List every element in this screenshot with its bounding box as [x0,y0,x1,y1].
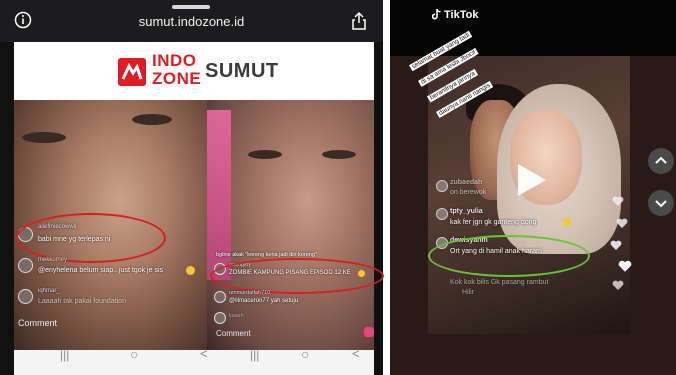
comment-text: on berewok [450,189,487,196]
comment-text: Kok kok bilis Gk pasang rambut [450,279,549,286]
avatar [214,291,226,303]
info-icon[interactable] [14,11,32,29]
emoji-icon [563,218,571,226]
comment-input[interactable]: Comment [18,318,57,328]
face-eye [322,150,356,159]
avatar [18,289,33,304]
comment-text: Laaaah tak pakai foundation [38,298,126,305]
avatar [214,312,226,324]
share-icon[interactable] [350,11,368,31]
heart-icon [612,280,624,290]
next-video-button[interactable] [648,190,674,216]
address-bar-url[interactable]: sumut.indozone.id [0,14,383,29]
heart-icon [618,260,632,272]
recent-apps-button[interactable]: ||| [250,348,259,362]
comment-username: iqhmar_ [38,288,60,294]
sheet-grabber[interactable] [172,5,210,9]
browser-top-bar: sumut.indozone.id [0,0,383,42]
gift-icon[interactable] [364,327,374,337]
comment-text: @enyhelena belum siap.. just tgok je sis [38,267,164,274]
chevron-up-icon [655,156,667,164]
back-button[interactable]: < [352,346,360,361]
chevron-down-icon [655,200,667,208]
heart-icon [616,218,628,228]
face-eye [132,114,172,125]
comment-username: kaseh [229,313,244,319]
comment-text: Hilir [462,289,475,296]
heart-icon [612,196,624,206]
brand-zone: ZONE [152,69,202,88]
heart-icon [610,240,622,250]
brand-region: SUMUT [205,60,279,82]
home-button[interactable]: ○ [130,346,138,362]
highlight-circle [210,258,384,294]
comment-username: zubaedah [450,179,483,186]
comment-input[interactable]: Comment [216,329,251,338]
highlight-circle [428,235,590,277]
comment-username: mekkomey [38,257,68,263]
back-button[interactable]: < [200,346,208,361]
comment-text: kak fer jgn gk ganteng dong [450,219,537,226]
home-button[interactable]: ○ [301,346,309,362]
highlight-circle [16,213,166,263]
comment-username: tpty_yulia [450,208,483,215]
comment-username: ummurdalfah710 [229,290,271,296]
avatar [436,208,448,220]
avatar [18,258,33,273]
face-eye [22,132,66,143]
avatar [436,180,448,192]
tiktok-logo-icon [432,9,441,20]
play-icon[interactable] [510,160,550,200]
face-eye [248,150,282,159]
emoji-icon [186,266,195,275]
recent-apps-button[interactable]: ||| [60,348,69,362]
brand-indo: INDO [152,51,197,70]
comment-text: @lilmaceron77 yah setuju [229,298,299,304]
previous-video-button[interactable] [648,148,674,174]
indozone-logo-icon [118,58,146,86]
